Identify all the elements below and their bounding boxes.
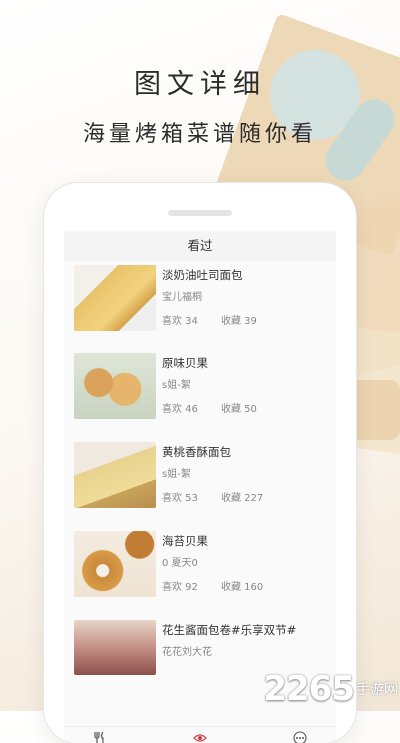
watermark-number: 2265 (263, 669, 355, 709)
favorites-count: 收藏 39 (221, 316, 257, 327)
likes-count: 喜欢 34 (162, 316, 198, 327)
recipe-author: 宝儿福桐 (162, 292, 202, 303)
utensils-icon (93, 730, 107, 743)
favorites-count: 收藏 227 (221, 493, 264, 504)
phone-speaker (168, 210, 232, 216)
list-item[interactable]: 原味贝果 s姐-絮 喜欢 46 收藏 50 (64, 349, 336, 434)
list-item[interactable]: 淡奶油吐司面包 宝儿福桐 喜欢 34 收藏 39 (64, 261, 336, 346)
recipe-title: 黄桃香酥面包 (162, 445, 231, 459)
tab-more[interactable]: 更多 (270, 730, 330, 743)
watermark-suffix: 手游网 (356, 682, 398, 698)
recipe-thumbnail (74, 353, 156, 419)
tab-history[interactable]: 看过 (170, 730, 230, 743)
more-icon (293, 730, 307, 743)
favorites-count: 收藏 160 (221, 582, 264, 593)
site-watermark: 2265 手游网 (263, 669, 398, 709)
likes-count: 喜欢 92 (162, 582, 198, 593)
likes-count: 喜欢 46 (162, 404, 198, 415)
background-crumbs (350, 380, 400, 440)
recipe-author: s姐-絮 (162, 380, 191, 391)
recipe-title: 海苔贝果 (162, 534, 208, 548)
app-screen: 看过 淡奶油吐司面包 宝儿福桐 喜欢 34 收藏 39 原味贝果 s姐-絮 喜欢… (64, 231, 336, 743)
recipe-thumbnail (74, 620, 156, 675)
recipe-author: 0 夏天0 (162, 558, 198, 569)
promo-title: 图文详细 (134, 69, 266, 100)
recipe-thumbnail (74, 442, 156, 508)
recipe-thumbnail (74, 531, 156, 597)
list-item[interactable]: 黄桃香酥面包 s姐-絮 喜欢 53 收藏 227 (64, 438, 336, 523)
bottom-tab-bar: 食谱 看过 更多 (64, 726, 336, 743)
promo-subtitle: 海量烤箱菜谱随你看 (82, 122, 317, 147)
favorites-count: 收藏 50 (221, 404, 257, 415)
phone-frame: 看过 淡奶油吐司面包 宝儿福桐 喜欢 34 收藏 39 原味贝果 s姐-絮 喜欢… (44, 183, 356, 743)
recipe-title: 淡奶油吐司面包 (162, 268, 243, 282)
likes-count: 喜欢 53 (162, 493, 198, 504)
recipe-title: 原味贝果 (162, 356, 208, 370)
recipe-author: 花花刘大花 (162, 647, 212, 658)
recipe-author: s姐-絮 (162, 469, 191, 480)
recipe-title: 花生酱面包卷#乐享双节# (162, 623, 297, 637)
eye-icon (193, 730, 207, 743)
page-title: 看过 (64, 231, 336, 261)
tab-recipes[interactable]: 食谱 (70, 730, 130, 743)
list-item[interactable]: 海苔贝果 0 夏天0 喜欢 92 收藏 160 (64, 527, 336, 612)
recipe-thumbnail (74, 265, 156, 331)
